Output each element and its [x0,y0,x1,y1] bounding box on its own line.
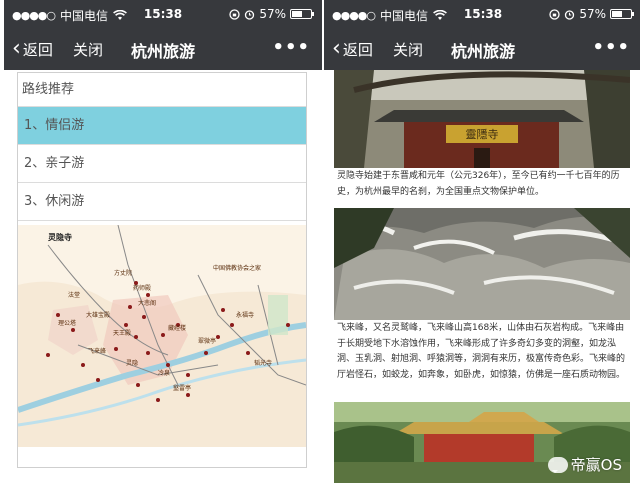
phone-screen-right: ●●●●○ 中国电信 15:38 57% ‹ 返回 关闭 杭州旅游 ••• 靈隱… [324,0,640,483]
route-item-couples[interactable]: 1、情侣游 [18,107,306,145]
lingyin-temple-photo: 靈隱寺 [334,70,630,168]
svg-text:壑雷亭: 壑雷亭 [173,384,191,392]
rotation-lock-icon [229,8,240,20]
map-graphic: 灵隐寺 中国佛教协会之家 方丈院 药师殿 法堂 大悲阁 藏经楼 大雄宝殿 天王殿… [18,225,306,447]
more-options-button[interactable]: ••• [592,37,630,58]
svg-text:法堂: 法堂 [68,291,80,299]
chat-bubble-icon [547,456,568,473]
scenic-area-map[interactable]: 灵隐寺 中国佛教协会之家 方丈院 药师殿 法堂 大悲阁 藏经楼 大雄宝殿 天王殿… [18,225,306,447]
rotation-lock-icon [549,8,560,20]
yongfu-temple-photo: 帝赢OS [334,402,630,483]
svg-text:天王殿: 天王殿 [113,330,131,337]
nav-bar: ‹ 返回 关闭 杭州旅游 ••• [324,28,640,70]
svg-text:飞来峰: 飞来峰 [88,347,106,355]
svg-text:方丈院: 方丈院 [114,269,132,277]
battery-percent: 57% [259,7,286,21]
svg-text:翠微亭: 翠微亭 [198,337,216,345]
feilai-peak-photo [334,208,630,320]
svg-text:中国佛教协会之家: 中国佛教协会之家 [213,264,261,272]
svg-text:靈隱寺: 靈隱寺 [466,127,499,141]
svg-text:藏经楼: 藏经楼 [168,324,186,332]
alarm-icon [565,9,575,20]
svg-text:韬光寺: 韬光寺 [254,359,272,367]
battery-icon [290,9,314,19]
svg-text:大雄宝殿: 大雄宝殿 [86,311,110,319]
route-item-family[interactable]: 2、亲子游 [18,145,306,183]
route-section-title: 路线推荐 [18,73,306,107]
nav-bar: ‹ 返回 关闭 杭州旅游 ••• [4,28,322,70]
svg-text:灵隐寺: 灵隐寺 [47,232,72,242]
svg-text:药师殿: 药师殿 [133,284,151,292]
svg-text:冷泉: 冷泉 [158,369,170,377]
watermark: 帝赢OS [547,454,622,475]
svg-text:理公塔: 理公塔 [58,319,76,327]
alarm-icon [245,9,255,20]
battery-icon [610,9,634,19]
status-bar: ●●●●○ 中国电信 15:38 57% [324,0,640,28]
more-options-button[interactable]: ••• [272,37,310,58]
status-bar: ●●●●○ 中国电信 15:38 57% [4,0,322,28]
watermark-text: 帝赢OS [570,456,622,474]
feilai-peak-caption: 飞来峰，又名灵鹫峰，飞来峰山高168米，山体由石灰岩构成。飞来峰由于长期受地下水… [337,323,626,380]
svg-text:灵隐: 灵隐 [126,359,138,367]
svg-text:永福寺: 永福寺 [236,311,254,319]
battery-percent: 57% [579,7,606,21]
temple-caption: 灵隐寺始建于东晋咸和元年（公元326年），至今已有约一千七百年的历史，为杭州最早… [337,171,620,197]
route-panel: 路线推荐 1、情侣游 2、亲子游 3、休闲游 灵隐寺 中国佛教协会之家 方丈院 … [17,72,307,468]
route-item-leisure[interactable]: 3、休闲游 [18,183,306,221]
phone-screen-left: ●●●●○ 中国电信 15:38 57% ‹ 返回 关闭 杭州旅游 ••• 路线… [4,0,322,483]
article-content: 靈隱寺 灵隐寺始建于东晋咸和元年（公元326年），至今已有约一千七百年的历史，为… [334,70,630,483]
svg-text:大悲阁: 大悲阁 [138,299,156,307]
